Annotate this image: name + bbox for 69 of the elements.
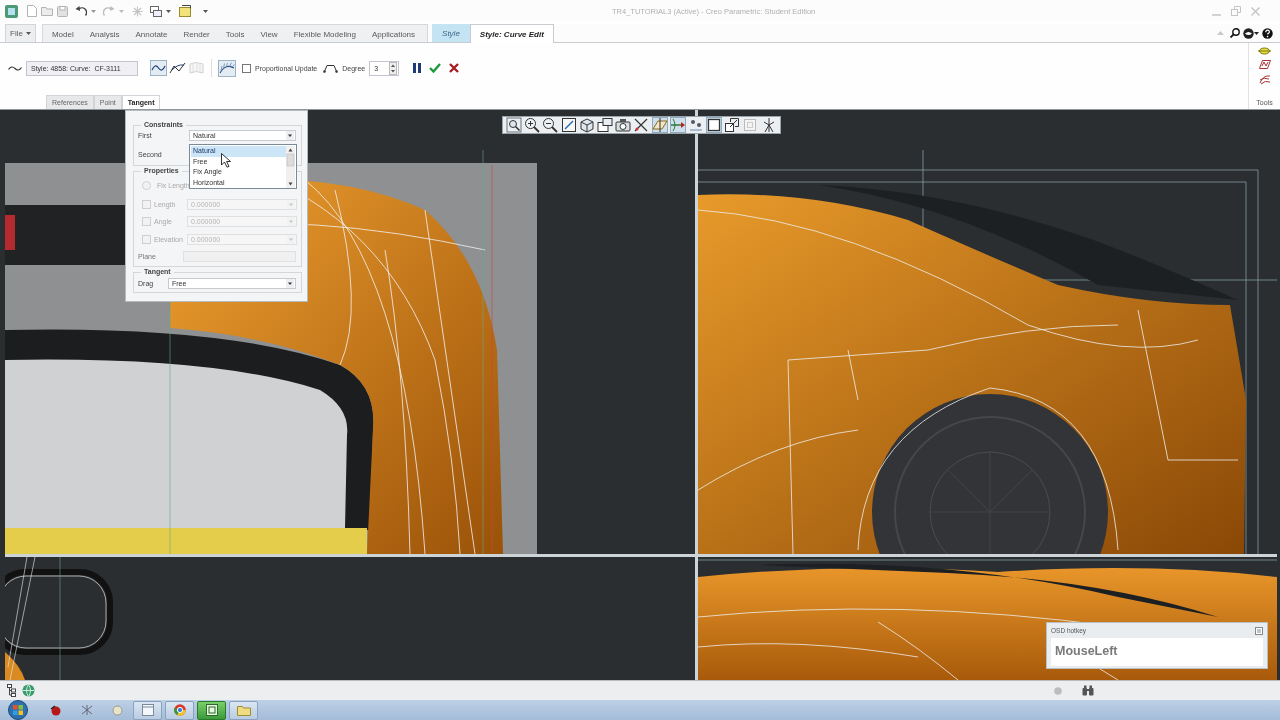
hotkey-text: MouseLeft <box>1051 638 1263 666</box>
mouse-cursor-icon <box>221 153 231 168</box>
spinner-arrows-icon[interactable] <box>389 61 398 75</box>
ribbon-tab[interactable]: View <box>252 25 286 42</box>
curvature-comb-icon[interactable] <box>218 59 236 77</box>
square-frame-icon[interactable] <box>706 117 723 133</box>
ribbon-tab[interactable]: Tools <box>217 25 253 42</box>
ribbon-tab[interactable]: Annotate <box>127 25 176 42</box>
control-polygon-icon[interactable] <box>169 60 186 76</box>
overlapping-squares-icon[interactable] <box>724 117 741 133</box>
pause-icon[interactable] <box>413 63 422 73</box>
dropdown-arrow-icon[interactable] <box>286 131 294 140</box>
search-icon[interactable] <box>1230 28 1240 38</box>
cross-icon[interactable] <box>449 63 460 73</box>
wave-curve-icon[interactable] <box>150 60 167 76</box>
browser-icon <box>173 704 186 716</box>
binoculars-icon[interactable] <box>1082 685 1094 696</box>
folder-icon <box>236 704 251 716</box>
undo-icon[interactable] <box>75 6 87 16</box>
points-icon[interactable] <box>687 117 704 133</box>
zoom-in-icon[interactable] <box>524 117 541 133</box>
zigzag-icon[interactable] <box>1258 59 1271 70</box>
caret-icon <box>25 32 31 35</box>
model-tree-icon[interactable] <box>7 684 16 697</box>
ribbon-tab[interactable]: Render <box>175 25 218 42</box>
window-icon <box>141 704 154 716</box>
zoom-window-icon[interactable] <box>506 117 522 133</box>
checkbox[interactable] <box>242 63 251 73</box>
oval-icon[interactable] <box>1258 47 1271 55</box>
taskbar-button[interactable] <box>197 700 226 720</box>
window-icon[interactable] <box>179 5 191 17</box>
taskbar-button[interactable] <box>133 700 162 720</box>
axis-icon[interactable] <box>669 117 686 133</box>
caret-icon[interactable] <box>203 9 208 13</box>
swoosh-icon[interactable] <box>1258 74 1271 85</box>
checkmark-icon[interactable] <box>429 63 442 73</box>
globe-icon[interactable] <box>22 684 35 697</box>
square-icon[interactable] <box>1255 626 1263 635</box>
start-button-icon[interactable] <box>8 700 28 720</box>
caret-icon[interactable] <box>1254 31 1259 35</box>
help-icon[interactable] <box>1262 27 1273 39</box>
camera-icon[interactable] <box>615 117 632 133</box>
sphere-icon[interactable] <box>1243 27 1254 39</box>
decal-stripe <box>5 215 15 250</box>
cross-axes-icon[interactable] <box>633 117 650 133</box>
taskbar-button[interactable] <box>229 700 258 720</box>
ribbon-tab[interactable]: Style <box>432 24 470 42</box>
curve-icon <box>8 64 22 72</box>
ribbon-tab[interactable]: Applications <box>363 25 424 42</box>
plane-icon[interactable] <box>651 117 668 133</box>
windows-icon[interactable] <box>150 5 162 17</box>
taskbar-button[interactable] <box>165 700 194 720</box>
ribbon-tab[interactable]: Model <box>43 25 82 42</box>
scrollbar[interactable] <box>286 146 295 188</box>
app-icon <box>205 704 218 716</box>
stacked-views-icon[interactable] <box>596 117 613 133</box>
caret-icon[interactable] <box>166 9 171 13</box>
zoom-out-icon[interactable] <box>542 117 559 133</box>
app-icon[interactable] <box>50 704 62 716</box>
car-body-edge <box>5 652 25 680</box>
ribbon-tab[interactable]: Style: Curve Edit <box>469 24 554 43</box>
cube-icon[interactable] <box>578 117 595 133</box>
ribbon-tab[interactable]: Analysis <box>81 25 128 42</box>
file-menu[interactable]: File <box>5 24 36 42</box>
dropdown-arrow-icon[interactable] <box>286 279 294 288</box>
refit-icon[interactable] <box>560 117 577 133</box>
arch-icon <box>323 63 339 73</box>
ribbon-tab[interactable]: Flexible Modeling <box>285 25 364 42</box>
dot-icon[interactable] <box>1054 686 1062 695</box>
